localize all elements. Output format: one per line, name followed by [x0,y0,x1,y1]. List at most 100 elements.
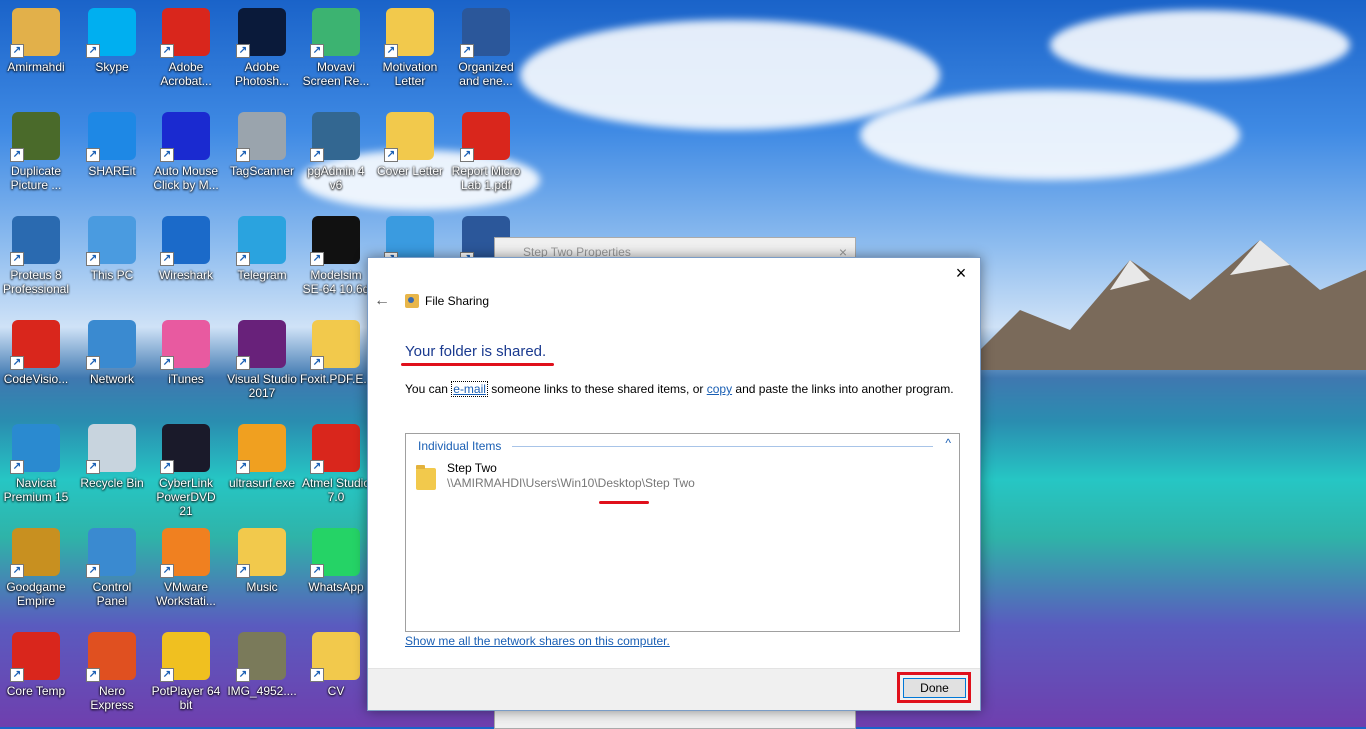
desktop-icon-label: Movavi Screen Re... [302,60,370,88]
desktop-shortcut[interactable]: ↗ Cover Letter [374,104,446,202]
shortcut-arrow-icon: ↗ [86,460,100,474]
potplayer-icon: ↗ [160,632,210,682]
shortcut-arrow-icon: ↗ [160,460,174,474]
desktop-shortcut[interactable]: ↗ PotPlayer 64 bit [150,624,222,722]
desktop-icon-label: Proteus 8 Professional [2,268,70,296]
shortcut-arrow-icon: ↗ [310,252,324,266]
back-arrow-icon[interactable]: ← [374,292,390,310]
desktop-shortcut[interactable]: ↗ Control Panel [76,520,148,618]
desktop-shortcut[interactable]: ↗ VMware Workstati... [150,520,222,618]
shortcut-arrow-icon: ↗ [236,668,250,682]
desktop-shortcut[interactable]: ↗ Adobe Photosh... [226,0,298,98]
desktop-icon-label: Telegram [237,268,287,282]
photoshop-icon: ↗ [236,8,286,58]
group-divider [512,446,933,447]
modelsim-icon: ↗ [310,216,360,266]
desktop-shortcut[interactable]: ↗ Nero Express [76,624,148,722]
folder-icon [416,465,436,490]
desktop-icon-label: Foxit.PDF.E... [300,372,374,386]
desktop-shortcut[interactable]: ↗ Wireshark [150,208,222,306]
desktop-icon-label: This PC [90,268,134,282]
folder-icon: ↗ [236,528,286,578]
shortcut-arrow-icon: ↗ [460,148,474,162]
desktop-icon-label: Atmel Studio 7.0 [301,476,371,504]
shortcut-arrow-icon: ↗ [160,564,174,578]
telegram-icon: ↗ [236,216,286,266]
copy-link[interactable]: copy [707,382,732,396]
codevision-icon: ↗ [10,320,60,370]
desktop-shortcut[interactable]: ↗ Duplicate Picture ... [0,104,72,202]
desktop-shortcut[interactable]: ↗ Auto Mouse Click by M... [150,104,222,202]
desktop-shortcut[interactable]: ↗ Goodgame Empire [0,520,72,618]
desktop-shortcut[interactable]: ↗ Motivation Letter [374,0,446,98]
desktop-shortcut[interactable]: ↗ Network [76,312,148,410]
desktop-icon-label: CV [327,684,345,698]
desktop-shortcut[interactable]: ↗ TagScanner [226,104,298,202]
user-folder-icon: ↗ [10,8,60,58]
item-name: Step Two [447,461,497,475]
shortcut-arrow-icon: ↗ [86,44,100,58]
desktop-shortcut[interactable]: ↗ CodeVisio... [0,312,72,410]
desktop-shortcut[interactable]: ↗ ultrasurf.exe [226,416,298,514]
desktop-shortcut[interactable]: ↗ Proteus 8 Professional [0,208,72,306]
desktop-shortcut[interactable]: ↗ Organized and ene... [450,0,522,98]
shortcut-arrow-icon: ↗ [310,564,324,578]
done-button[interactable]: Done [903,678,966,698]
desktop-shortcut[interactable]: ↗ Core Temp [0,624,72,722]
desktop-icon-label: Nero Express [90,684,134,712]
itunes-icon: ↗ [160,320,210,370]
desktop-shortcut[interactable]: ↗ Amirmahdi [0,0,72,98]
desktop-icon-label: iTunes [168,372,204,386]
shortcut-arrow-icon: ↗ [10,148,24,162]
email-link[interactable]: e-mail [451,381,488,397]
network-shares-link[interactable]: Show me all the network shares on this c… [405,634,670,648]
desktop-icon-label: Network [89,372,134,386]
shortcut-arrow-icon: ↗ [384,148,398,162]
shortcut-arrow-icon: ↗ [160,356,174,370]
chevron-up-icon[interactable]: ^ [945,436,951,450]
this-pc-icon: ↗ [86,216,136,266]
desktop-shortcut[interactable]: ↗ Skype [76,0,148,98]
auto-mouse-icon: ↗ [160,112,210,162]
desktop-shortcut[interactable]: ↗ Visual Studio 2017 [226,312,298,410]
desc-middle: someone links to these shared items, or [487,382,707,396]
desktop-shortcut[interactable]: ↗ CyberLink PowerDVD 21 [150,416,222,518]
desktop-icon-label: IMG_4952.... [227,684,297,698]
desktop-shortcut[interactable]: ↗ pgAdmin 4 v6 [300,104,372,202]
desktop-icon-label: ultrasurf.exe [228,476,296,490]
file-sharing-dialog: × ← File Sharing Your folder is shared. … [367,257,981,711]
desktop-shortcut[interactable]: ↗ Movavi Screen Re... [300,0,372,98]
desktop-shortcut[interactable]: ↗ Recycle Bin [76,416,148,514]
desktop-shortcut[interactable]: ↗ CV [300,624,372,722]
desktop-icon-label: VMware Workstati... [156,580,216,608]
folder-icon: ↗ [384,112,434,162]
desktop-shortcut[interactable]: ↗ Navicat Premium 15 [0,416,72,514]
desktop-shortcut[interactable]: ↗ Modelsim SE-64 10.6d [300,208,372,306]
shared-items-list: Individual Items ^ Step Two \\AMIRMAHDI\… [405,433,960,632]
image-file-icon: ↗ [236,632,286,682]
desktop-shortcut[interactable]: ↗ iTunes [150,312,222,410]
word-icon: ↗ [460,8,510,58]
headline: Your folder is shared. [405,343,547,360]
share-description: You can e-mail someone links to these sh… [405,381,954,397]
shortcut-arrow-icon: ↗ [160,44,174,58]
desktop-shortcut[interactable]: ↗ IMG_4952.... [226,624,298,722]
desktop-shortcut[interactable]: ↗ SHAREit [76,104,148,202]
dialog-title-row: File Sharing [405,294,489,308]
close-icon[interactable]: × [950,262,972,284]
shortcut-arrow-icon: ↗ [160,252,174,266]
desktop-shortcut[interactable]: ↗ Music [226,520,298,618]
desktop-shortcut[interactable]: ↗ Telegram [226,208,298,306]
desktop-shortcut[interactable]: ↗ This PC [76,208,148,306]
desktop-shortcut[interactable]: ↗ Foxit.PDF.E... [300,312,374,410]
shortcut-arrow-icon: ↗ [86,564,100,578]
desktop-icon-label: Skype [95,60,129,74]
item-path: \\AMIRMAHDI\Users\Win10\Desktop\Step Two [447,476,695,490]
desc-suffix: and paste the links into another program… [732,382,954,396]
desktop-shortcut[interactable]: ↗ Atmel Studio 7.0 [300,416,372,514]
desktop-shortcut[interactable]: ↗ Adobe Acrobat... [150,0,222,98]
shortcut-arrow-icon: ↗ [310,148,324,162]
list-item[interactable]: Step Two \\AMIRMAHDI\Users\Win10\Desktop… [416,461,716,497]
desktop-shortcut[interactable]: ↗ WhatsApp [300,520,372,618]
desktop-shortcut[interactable]: ↗ Report Micro Lab 1.pdf [450,104,522,202]
